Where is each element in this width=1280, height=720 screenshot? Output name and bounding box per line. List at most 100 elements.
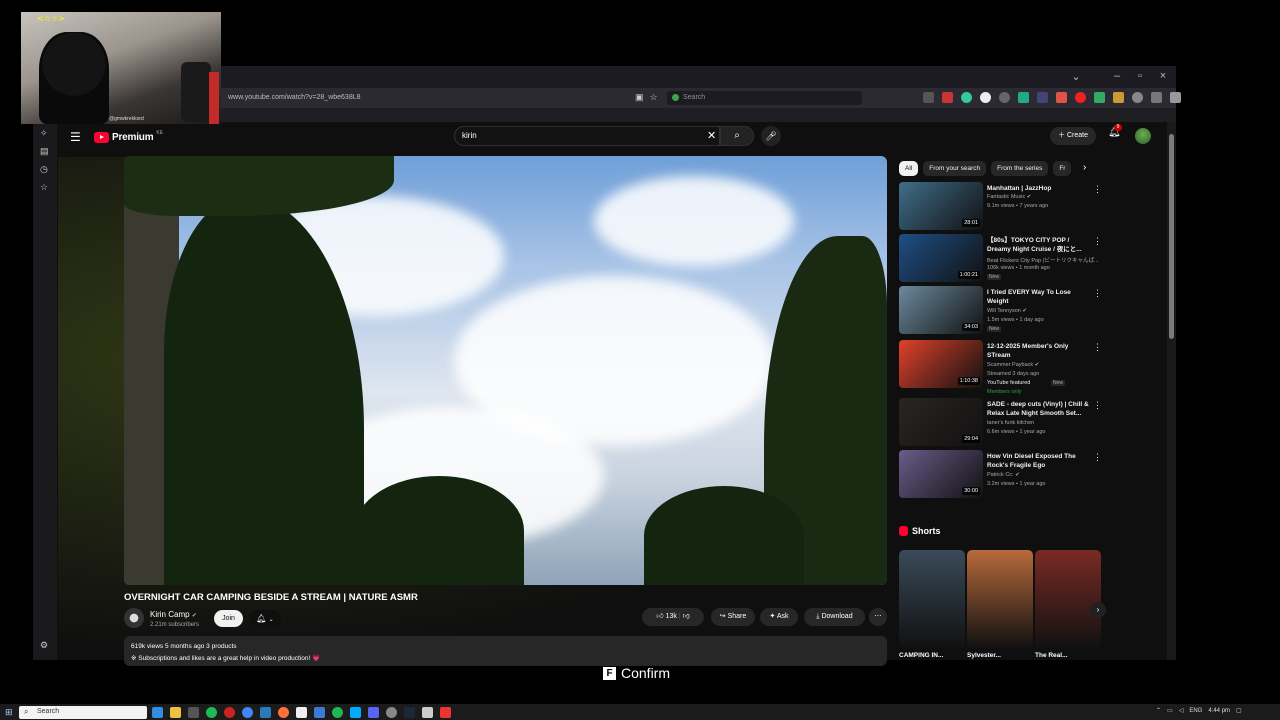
- app-icon[interactable]: [386, 707, 397, 718]
- extension-icon[interactable]: [980, 92, 991, 103]
- thumbnail[interactable]: 34:03: [899, 286, 983, 334]
- short-thumbnail[interactable]: [967, 550, 1033, 648]
- thumbnail[interactable]: 28:01: [899, 182, 983, 230]
- clear-search-icon[interactable]: ✕: [707, 129, 716, 142]
- recommendation-title[interactable]: 12-12-2025 Member's Only STream: [987, 342, 1091, 360]
- close-icon[interactable]: ×: [1156, 70, 1170, 82]
- short-title[interactable]: Sylvester...: [967, 652, 1001, 659]
- download-icon[interactable]: [1132, 92, 1143, 103]
- scrollbar[interactable]: [1167, 122, 1176, 660]
- firefox-icon[interactable]: [278, 707, 289, 718]
- recommendation-title[interactable]: SADE - deep cuts (Vinyl) | Chill & Relax…: [987, 400, 1091, 418]
- chip-truncated[interactable]: Fr: [1053, 161, 1072, 176]
- chip-all[interactable]: All: [899, 161, 919, 176]
- app-icon[interactable]: [440, 707, 451, 718]
- search-button[interactable]: ⌕: [720, 126, 754, 146]
- recommendation-channel[interactable]: taner's funk kitchen: [987, 420, 1034, 426]
- share-button[interactable]: ↪ Share: [711, 608, 755, 626]
- extension-icon[interactable]: [1018, 92, 1029, 103]
- recommendation-channel[interactable]: Patrick Cc: ✔: [987, 472, 1020, 478]
- volume-icon[interactable]: [1151, 92, 1162, 103]
- voice-search-button[interactable]: 🎤︎: [761, 126, 781, 146]
- app-icon[interactable]: [296, 707, 307, 718]
- settings-icon[interactable]: ⚙: [40, 640, 48, 651]
- extension-icon[interactable]: [942, 92, 953, 103]
- thumbnail[interactable]: 1:00:21: [899, 234, 983, 282]
- library-icon[interactable]: [923, 92, 934, 103]
- more-actions-button[interactable]: ⋯: [869, 608, 887, 626]
- more-vertical-icon[interactable]: ⋮: [1093, 184, 1102, 195]
- subscribe-notification-button[interactable]: 🔔︎ ⌄: [249, 610, 281, 627]
- address-bar[interactable]: www.youtube.com/watch?v=28_wbe638L8: [228, 94, 361, 101]
- windows-start-icon[interactable]: ⊞: [5, 707, 13, 718]
- dislike-button[interactable]: 👎︎: [683, 613, 690, 620]
- short-title[interactable]: The Real...: [1035, 652, 1068, 659]
- description-box[interactable]: 619k views 5 months ago 3 products ※ Sub…: [124, 636, 887, 666]
- short-thumbnail[interactable]: [1035, 550, 1101, 648]
- recommendation-channel[interactable]: Will Tennyson ✔: [987, 308, 1027, 314]
- recommendation-title[interactable]: 【80s】TOKYO CITY POP / Dreamy Night Cruis…: [987, 236, 1091, 254]
- more-vertical-icon[interactable]: ⋮: [1093, 400, 1102, 411]
- short-thumbnail[interactable]: [899, 550, 965, 648]
- recommendation-item[interactable]: 28:01 Manhattan | JazzHop Fantastic Music …: [899, 182, 1109, 230]
- recommendation-channel[interactable]: Fantastic Music ✔: [987, 194, 1031, 200]
- extension-icon[interactable]: [999, 92, 1010, 103]
- app-icon[interactable]: [422, 707, 433, 718]
- clock[interactable]: 4:44 pm: [1208, 708, 1230, 714]
- recommendation-item[interactable]: 1:00:21 【80s】TOKYO CITY POP / Dreamy Nigh…: [899, 234, 1109, 282]
- chevron-right-icon[interactable]: ›: [1083, 162, 1086, 173]
- more-vertical-icon[interactable]: ⋮: [1093, 452, 1102, 463]
- recommendation-title[interactable]: I Tried EVERY Way To Lose Weight: [987, 288, 1091, 306]
- app-icon[interactable]: [224, 707, 235, 718]
- app-icon[interactable]: [188, 707, 199, 718]
- app-icon[interactable]: [314, 707, 325, 718]
- account-avatar[interactable]: [1135, 128, 1151, 144]
- browser-search-box[interactable]: Search: [667, 91, 862, 105]
- video-player[interactable]: [124, 156, 887, 585]
- shorts-next-button[interactable]: ›: [1090, 602, 1106, 618]
- recommendation-item[interactable]: 29:04 SADE - deep cuts (Vinyl) | Chill & …: [899, 398, 1109, 446]
- thumbnail[interactable]: 29:04: [899, 398, 983, 446]
- download-button[interactable]: ⤓ Download: [804, 608, 865, 626]
- channel-name[interactable]: Kirin Camp ✔: [150, 610, 197, 619]
- thumbnail[interactable]: 1:10:38: [899, 340, 983, 388]
- short-title[interactable]: CAMPING IN...: [899, 652, 943, 659]
- steam-icon[interactable]: [404, 707, 415, 718]
- recommendation-title[interactable]: Manhattan | JazzHop: [987, 184, 1091, 193]
- tabs-icon[interactable]: ▤: [40, 146, 49, 157]
- channel-avatar[interactable]: [124, 608, 144, 628]
- network-icon[interactable]: ▭: [1167, 707, 1173, 714]
- discord-icon[interactable]: [368, 707, 379, 718]
- chrome-icon[interactable]: [242, 707, 253, 718]
- notification-center-icon[interactable]: ▢: [1236, 707, 1242, 714]
- speaker-icon[interactable]: ◁: [1179, 707, 1184, 714]
- extension-icon[interactable]: [961, 92, 972, 103]
- like-button[interactable]: 👍︎ 13k: [656, 613, 677, 620]
- extension-icon[interactable]: [1094, 92, 1105, 103]
- more-vertical-icon[interactable]: ⋮: [1093, 342, 1102, 353]
- more-vertical-icon[interactable]: ⋮: [1093, 288, 1102, 299]
- telegram-icon[interactable]: [350, 707, 361, 718]
- recommendation-item[interactable]: 30:00 How Vin Diesel Exposed The Rock's F…: [899, 450, 1109, 498]
- ask-button[interactable]: ✦ Ask: [760, 608, 798, 626]
- menu-icon[interactable]: [1170, 92, 1181, 103]
- tray-overflow-icon[interactable]: ⌃: [1156, 707, 1161, 714]
- maximize-icon[interactable]: ▫: [1133, 70, 1147, 82]
- extension-icon[interactable]: [1056, 92, 1067, 103]
- app-icon[interactable]: [260, 707, 271, 718]
- extension-icon[interactable]: [1113, 92, 1124, 103]
- recommendation-channel[interactable]: Beat Flickers City Pop (ビートリクキャんぱ...: [987, 256, 1099, 264]
- confirm-prompt[interactable]: F Confirm: [603, 665, 670, 681]
- thumbnail[interactable]: 30:00: [899, 450, 983, 498]
- reader-view-icon[interactable]: ▣: [635, 92, 644, 103]
- scrollbar-thumb[interactable]: [1169, 134, 1174, 339]
- extension-icon[interactable]: [1037, 92, 1048, 103]
- recommendation-channel[interactable]: Scammer Payback ✔: [987, 362, 1039, 368]
- history-icon[interactable]: ◷: [40, 164, 48, 175]
- ai-chat-icon[interactable]: ✧: [40, 128, 48, 139]
- app-icon[interactable]: [332, 707, 343, 718]
- join-button[interactable]: Join: [214, 610, 243, 627]
- create-button[interactable]: ＋ Create: [1050, 127, 1096, 145]
- recommendation-item[interactable]: 34:03 I Tried EVERY Way To Lose Weight Wil…: [899, 286, 1109, 334]
- edge-icon[interactable]: [152, 707, 163, 718]
